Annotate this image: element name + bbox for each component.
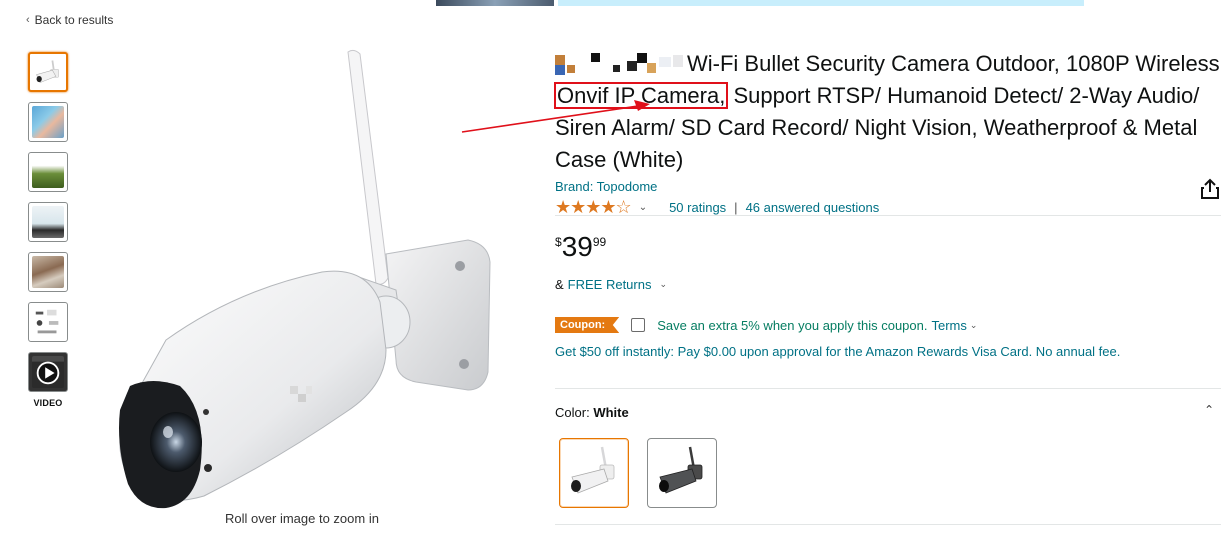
- color-label: Color:: [555, 405, 590, 420]
- play-icon: [32, 356, 64, 388]
- top-banner-strip[interactable]: [558, 0, 1084, 6]
- white-camera-swatch-icon: [571, 446, 615, 494]
- free-returns-link[interactable]: FREE Returns: [568, 277, 652, 292]
- returns-row: & FREE Returns ⌄: [555, 277, 667, 292]
- thumbnail-6[interactable]: [28, 302, 68, 342]
- coupon-badge: Coupon:: [555, 317, 620, 333]
- share-icon[interactable]: [1200, 178, 1220, 200]
- thumbnail-2[interactable]: [28, 102, 68, 142]
- visa-offer-link[interactable]: Get $50 off instantly: Pay $0.00 upon ap…: [555, 344, 1120, 359]
- main-product-image[interactable]: [96, 40, 508, 510]
- video-label: VIDEO: [33, 398, 63, 408]
- brand-link[interactable]: Brand: Topodome: [555, 179, 657, 194]
- zoom-hint: Roll over image to zoom in: [225, 511, 379, 526]
- back-to-results-link[interactable]: ‹ Back to results: [26, 13, 113, 27]
- coupon-checkbox[interactable]: [631, 318, 646, 332]
- thumbnail-image: [32, 156, 64, 188]
- chevron-down-icon[interactable]: ⌄: [639, 202, 647, 213]
- ratings-separator: |: [734, 200, 738, 215]
- divider: [555, 215, 1221, 216]
- color-selection-label: Color: White: [555, 405, 629, 420]
- price-symbol: $: [555, 235, 562, 249]
- thumbnail-image: [32, 106, 64, 138]
- thumbnail-image: [32, 206, 64, 238]
- price-whole: 39: [561, 231, 593, 262]
- coupon-terms-link[interactable]: Terms: [932, 318, 967, 333]
- thumbnail-1[interactable]: [28, 52, 68, 92]
- thumbnail-image: [32, 256, 64, 288]
- coupon-text[interactable]: Save an extra 5% when you apply this cou…: [657, 318, 927, 333]
- video-thumbnail[interactable]: [28, 352, 68, 392]
- returns-prefix: &: [555, 277, 564, 292]
- chevron-down-icon[interactable]: ⌄: [659, 279, 667, 290]
- answered-questions-link[interactable]: 46 answered questions: [746, 200, 880, 215]
- thumbnail-5[interactable]: [28, 252, 68, 292]
- brand-logo-pixelated: [555, 51, 687, 79]
- price: $ 39 99: [555, 232, 606, 262]
- ratings-count-link[interactable]: 50 ratings: [669, 200, 726, 215]
- camera-thumbnail-icon: [33, 57, 63, 87]
- back-to-results-label: Back to results: [34, 13, 114, 27]
- accessories-thumbnail-icon: [32, 306, 64, 338]
- chevron-up-icon[interactable]: ⌄: [1204, 402, 1214, 416]
- price-fraction: 99: [592, 235, 607, 249]
- thumbnail-4[interactable]: [28, 202, 68, 242]
- thumbnail-3[interactable]: [28, 152, 68, 192]
- title-text-pre: Wi-Fi Bullet Security Camera Outdoor, 10…: [687, 51, 1220, 76]
- chevron-down-icon[interactable]: ⌄: [970, 320, 978, 331]
- coupon-row: Coupon: Save an extra 5% when you apply …: [555, 317, 977, 333]
- title-highlight: Onvif IP Camera,: [553, 82, 729, 109]
- divider: [555, 388, 1221, 389]
- divider: [555, 524, 1221, 525]
- top-banner-image[interactable]: [436, 0, 554, 6]
- color-value: White: [593, 405, 629, 420]
- chevron-left-icon: ‹: [26, 14, 30, 26]
- product-title: Wi-Fi Bullet Security Camera Outdoor, 10…: [553, 48, 1220, 176]
- color-swatch-white[interactable]: [559, 438, 629, 508]
- color-swatch-black[interactable]: [647, 438, 717, 508]
- black-camera-swatch-icon: [659, 446, 703, 494]
